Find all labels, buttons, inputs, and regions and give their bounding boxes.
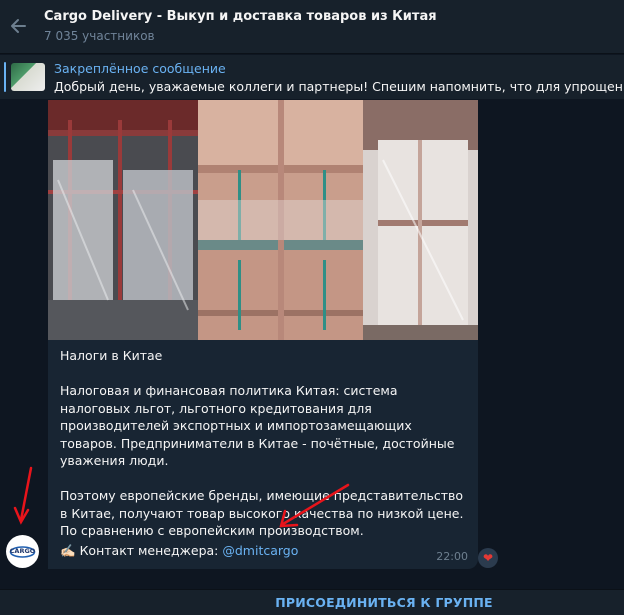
heart-icon: ❤ xyxy=(482,551,494,565)
writing-hand-icon: ✍🏻 xyxy=(60,543,76,558)
heart-reaction[interactable]: ❤ xyxy=(478,548,498,568)
pinned-text: Добрый день, уважаемые коллеги и партнер… xyxy=(54,79,624,94)
avatar[interactable]: CARGO xyxy=(6,535,39,568)
pinned-indicator xyxy=(4,62,6,92)
pinned-thumbnail xyxy=(11,63,45,91)
message-bubble[interactable]: Налоги в Китае Налоговая и финансовая по… xyxy=(48,100,478,569)
message-heading: Налоги в Китае xyxy=(60,348,163,363)
message-time: 22:00 xyxy=(436,550,468,563)
arrow-left-icon xyxy=(11,19,26,33)
manager-link[interactable]: @dmitcargo xyxy=(222,543,298,558)
message-text: Налоги в Китае Налоговая и финансовая по… xyxy=(60,347,468,540)
member-count: 7 035 участников xyxy=(44,29,155,43)
join-bar: ПРИСОЕДИНИТЬСЯ К ГРУППЕ xyxy=(0,589,624,615)
message-paragraph-1: Налоговая и финансовая политика Китая: с… xyxy=(60,383,455,468)
chat-header: Cargo Delivery - Выкуп и доставка товаро… xyxy=(0,0,624,54)
contact-prefix: Контакт менеджера: xyxy=(79,543,223,558)
back-button[interactable] xyxy=(6,13,32,39)
avatar-text: CARGO xyxy=(9,546,36,555)
message-photo[interactable] xyxy=(48,100,478,340)
pinned-label: Закреплённое сообщение xyxy=(54,61,226,76)
message-paragraph-2: Поэтому европейские бренды, имеющие пред… xyxy=(60,488,464,538)
contact-line: ✍🏻 Контакт менеджера: @dmitcargo xyxy=(60,543,298,559)
chat-title[interactable]: Cargo Delivery - Выкуп и доставка товаро… xyxy=(44,9,437,24)
annotation-arrow-avatar xyxy=(13,466,33,525)
join-group-button[interactable]: ПРИСОЕДИНИТЬСЯ К ГРУППЕ xyxy=(0,595,624,610)
pinned-message[interactable]: Закреплённое сообщение Добрый день, уваж… xyxy=(0,55,624,99)
